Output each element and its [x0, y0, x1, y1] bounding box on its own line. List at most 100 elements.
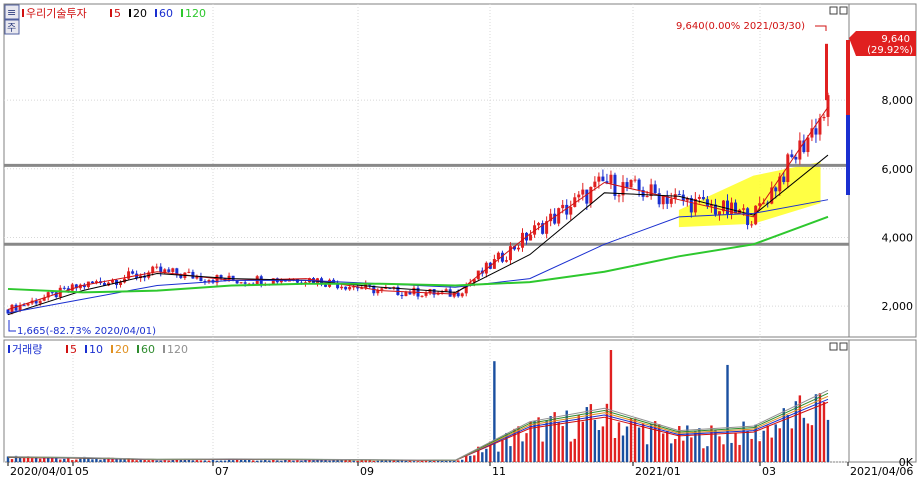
volume-bar: [637, 427, 641, 462]
volume-bar: [159, 460, 162, 462]
volume-bar: [497, 451, 500, 462]
volume-bar: [352, 460, 355, 462]
volume-legend-item[interactable]: 5: [70, 343, 77, 356]
volume-bar: [207, 460, 211, 462]
price-legend-item[interactable]: 120: [185, 7, 206, 20]
candle-body: [243, 282, 247, 284]
legend-marker: [163, 345, 165, 353]
volume-bar: [288, 459, 291, 462]
legend-marker: [85, 345, 87, 353]
candle-body: [360, 288, 364, 290]
candle-body: [187, 271, 191, 273]
candle-body: [380, 288, 384, 290]
price-tick-label: 4,000: [882, 231, 914, 244]
volume-bar: [356, 460, 359, 462]
candle-body: [677, 194, 681, 196]
candle-body: [649, 184, 653, 197]
price-legend-item[interactable]: 20: [133, 7, 147, 20]
volume-bar: [577, 415, 580, 462]
time-tick-label: 2020/04/01: [10, 465, 73, 478]
candle-body: [645, 196, 649, 198]
volume-legend-item[interactable]: 120: [167, 343, 188, 356]
time-tick-label: 11: [492, 465, 506, 478]
candle-body: [629, 179, 633, 188]
volume-bar: [163, 460, 166, 462]
price-panel-restore-icon[interactable]: [829, 6, 838, 15]
volume-bar: [416, 461, 420, 462]
volume-bar: [617, 422, 621, 462]
candle-body: [348, 286, 352, 290]
volume-bar: [388, 460, 392, 462]
legend-marker: [129, 9, 131, 17]
volume-bar: [629, 418, 633, 462]
candle-body: [750, 224, 754, 226]
candle-body: [432, 289, 436, 295]
volume-bar: [621, 435, 625, 462]
volume-bar: [304, 460, 307, 462]
volume-plot-area[interactable]: [3, 339, 850, 463]
volume-legend-item[interactable]: 20: [115, 343, 129, 356]
volume-bar: [30, 458, 34, 462]
volume-bar: [235, 459, 239, 462]
volume-bar: [239, 459, 243, 462]
volume-bar: [706, 446, 709, 462]
volume-bar: [75, 459, 78, 462]
candle-body: [324, 284, 328, 287]
volume-panel-close-icon[interactable]: [839, 342, 848, 351]
candle-body: [577, 194, 581, 198]
volume-bar: [581, 421, 585, 462]
volume-bar: [762, 430, 765, 462]
volume-bar: [649, 423, 653, 462]
volume-bar: [521, 441, 524, 462]
time-tick-label: 2021/04/06: [850, 465, 913, 478]
price-panel-close-icon[interactable]: [839, 6, 848, 15]
volume-bar: [67, 458, 70, 462]
time-tick-label: 2021/01: [635, 465, 681, 478]
legend-marker: [8, 345, 10, 353]
price-type-glyph: 주: [7, 23, 16, 34]
volume-bar: [501, 439, 504, 462]
volume-bar: [509, 446, 512, 462]
price-legend-item[interactable]: 5: [114, 7, 121, 20]
candle-body: [38, 300, 42, 304]
volume-bar: [714, 429, 717, 462]
volume-bar: [38, 458, 42, 462]
volume-panel-restore-icon[interactable]: [829, 342, 838, 351]
time-tick-label: 09: [360, 465, 374, 478]
candle-body: [822, 116, 826, 119]
candle-body: [689, 198, 693, 213]
volume-bar: [46, 457, 50, 462]
volume-bar: [493, 361, 496, 462]
volume-bar: [22, 458, 26, 462]
price-legend-item[interactable]: 60: [159, 7, 173, 20]
volume-bar: [774, 424, 777, 462]
volume-bar: [670, 443, 673, 462]
volume-bar: [412, 461, 416, 462]
volume-axis-area: [848, 339, 917, 463]
volume-bar: [722, 444, 725, 462]
chart-canvas[interactable]: 2,0004,0006,0008,0000K60,000K120,000K202…: [0, 0, 917, 479]
candle-body: [119, 282, 123, 285]
candle-body: [782, 176, 786, 183]
candle-body: [661, 195, 665, 205]
candle-body: [569, 206, 573, 215]
volume-bar: [485, 448, 488, 462]
current-price-value: 9,640: [881, 34, 910, 45]
candle-body: [585, 189, 589, 204]
volume-legend-item[interactable]: 60: [141, 343, 155, 356]
price-plot-area[interactable]: [3, 3, 850, 338]
volume-bar: [280, 460, 283, 462]
volume-legend-item[interactable]: 10: [89, 343, 103, 356]
time-tick-label: 07: [215, 465, 229, 478]
candle-body: [814, 128, 818, 135]
candle-body: [669, 198, 673, 204]
volume-bar: [613, 437, 617, 462]
volume-bar: [95, 458, 98, 462]
candle-body: [400, 294, 404, 297]
volume-bar: [738, 444, 741, 462]
volume-bar: [573, 438, 576, 462]
candle-body: [460, 293, 464, 297]
candle-body: [529, 234, 533, 241]
volume-bar: [473, 455, 476, 462]
candle-body: [452, 292, 456, 297]
